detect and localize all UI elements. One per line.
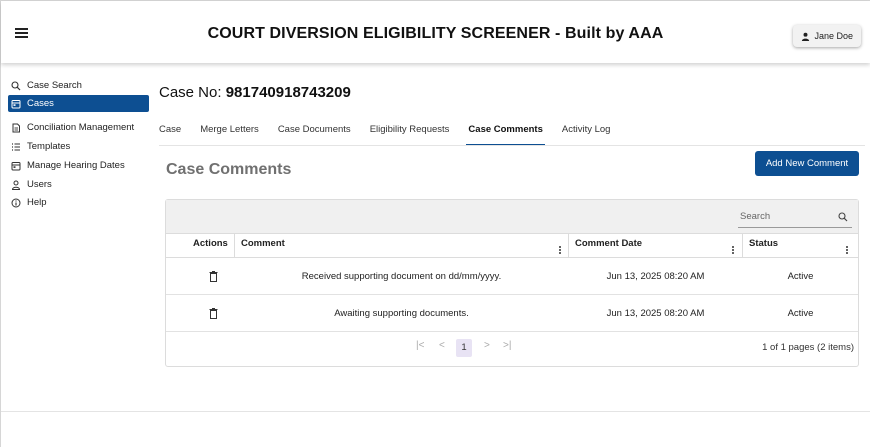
search-input[interactable] bbox=[740, 211, 830, 222]
sidebar-item-label: Conciliation Management bbox=[27, 122, 135, 133]
status-cell: Active bbox=[787, 308, 814, 319]
trash-icon[interactable] bbox=[209, 271, 218, 282]
user-menu-button[interactable]: Jane Doe bbox=[793, 25, 861, 47]
tab-case[interactable]: Case bbox=[159, 124, 181, 146]
sidebar-item-templates[interactable]: Templates bbox=[8, 138, 149, 155]
column-separator bbox=[234, 234, 235, 257]
comment-date-cell: Jun 13, 2025 08:20 AM bbox=[606, 271, 705, 282]
prev-page-button[interactable]: < bbox=[439, 340, 445, 351]
column-separator bbox=[742, 234, 743, 257]
sidebar-item-label: Templates bbox=[27, 141, 71, 152]
grid-search bbox=[738, 206, 852, 228]
sidebar-item-label: Cases bbox=[27, 98, 54, 109]
tabs-divider bbox=[159, 145, 865, 146]
top-bar: COURT DIVERSION ELIGIBILITY SCREENER - B… bbox=[1, 1, 870, 63]
tab-eligibility-requests[interactable]: Eligibility Requests bbox=[370, 124, 450, 146]
document-icon bbox=[12, 123, 20, 132]
status-cell: Active bbox=[787, 271, 814, 282]
tab-activity-log[interactable]: Activity Log bbox=[562, 124, 611, 146]
sidebar-item-label: Help bbox=[27, 197, 47, 208]
sidebar: Case Search Cases Conciliation Managemen… bbox=[1, 63, 149, 411]
case-number-label: Case No: bbox=[159, 84, 222, 101]
tab-case-comments[interactable]: Case Comments bbox=[466, 124, 546, 146]
sidebar-item-label: Users bbox=[27, 179, 52, 190]
column-header-comment-date[interactable]: Comment Date bbox=[575, 234, 642, 257]
grid-pager: |< < 1 > >| 1 of 1 pages (2 items) bbox=[166, 332, 858, 366]
sidebar-item-manage-hearing-dates[interactable]: Manage Hearing Dates bbox=[8, 157, 149, 174]
page-number-current[interactable]: 1 bbox=[456, 339, 472, 357]
case-tabs: Case Merge Letters Case Documents Eligib… bbox=[159, 124, 629, 146]
last-page-button[interactable]: >| bbox=[503, 340, 511, 351]
table-row: Awaiting supporting documents. Jun 13, 2… bbox=[166, 295, 858, 332]
sidebar-item-label: Manage Hearing Dates bbox=[27, 160, 125, 171]
calendar-icon bbox=[11, 99, 21, 108]
search-icon[interactable] bbox=[838, 212, 848, 222]
sidebar-item-cases[interactable]: Cases bbox=[8, 95, 149, 112]
section-title: Case Comments bbox=[166, 161, 292, 178]
person-icon bbox=[11, 180, 21, 190]
pager-info: 1 of 1 pages (2 items) bbox=[762, 342, 854, 353]
trash-icon[interactable] bbox=[209, 308, 218, 319]
comment-cell: Received supporting document on dd/mm/yy… bbox=[301, 271, 502, 282]
case-number-value: 981740918743209 bbox=[225, 84, 351, 101]
tab-merge-letters[interactable]: Merge Letters bbox=[200, 124, 259, 146]
sidebar-item-case-search[interactable]: Case Search bbox=[8, 77, 149, 94]
list-icon bbox=[12, 142, 20, 151]
user-name: Jane Doe bbox=[814, 31, 853, 41]
grid-toolbar bbox=[166, 200, 858, 234]
sidebar-item-label: Case Search bbox=[27, 80, 82, 91]
add-new-comment-button[interactable]: Add New Comment bbox=[755, 151, 859, 176]
next-page-button[interactable]: > bbox=[484, 340, 490, 351]
column-header-status[interactable]: Status bbox=[749, 234, 778, 257]
info-icon bbox=[11, 198, 21, 207]
person-icon bbox=[802, 32, 810, 41]
comment-date-cell: Jun 13, 2025 08:20 AM bbox=[606, 308, 705, 319]
column-menu-icon[interactable] bbox=[732, 246, 734, 256]
case-number-heading: Case No: 981740918743209 bbox=[159, 84, 351, 101]
comment-cell: Awaiting supporting documents. bbox=[334, 308, 469, 319]
column-menu-icon[interactable] bbox=[846, 246, 848, 256]
table-row: Received supporting document on dd/mm/yy… bbox=[166, 258, 858, 295]
first-page-button[interactable]: |< bbox=[416, 340, 424, 351]
app-title: COURT DIVERSION ELIGIBILITY SCREENER - B… bbox=[207, 25, 664, 42]
column-header-actions: Actions bbox=[193, 238, 228, 249]
column-header-comment[interactable]: Comment bbox=[241, 234, 285, 257]
sidebar-item-users[interactable]: Users bbox=[8, 176, 149, 193]
grid-header-row: Actions Comment Comment Date Status bbox=[166, 234, 858, 258]
content-divider bbox=[1, 411, 870, 412]
calendar-icon bbox=[11, 161, 21, 170]
comments-grid: Actions Comment Comment Date Status Rece… bbox=[165, 199, 859, 367]
column-menu-icon[interactable] bbox=[559, 246, 561, 256]
column-separator bbox=[568, 234, 569, 257]
search-icon bbox=[11, 80, 21, 90]
sidebar-item-conciliation-management[interactable]: Conciliation Management bbox=[8, 119, 149, 136]
tab-case-documents[interactable]: Case Documents bbox=[278, 124, 351, 146]
sidebar-item-help[interactable]: Help bbox=[8, 194, 149, 211]
